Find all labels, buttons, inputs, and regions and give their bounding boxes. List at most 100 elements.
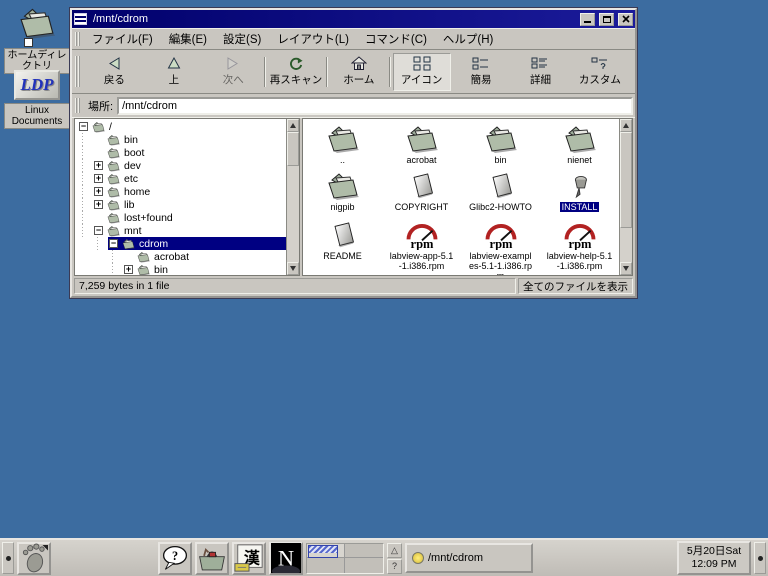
menubar: ファイル(F) 編集(E) 設定(S) レイアウト(L) コマンド(C) ヘルプ… bbox=[72, 28, 635, 50]
scroll-track[interactable] bbox=[620, 132, 632, 262]
scroll-down-button[interactable] bbox=[620, 262, 632, 275]
folder-icon bbox=[562, 124, 598, 154]
menubar-gripper[interactable] bbox=[75, 32, 80, 46]
tree-row-selected[interactable]: −cdrom bbox=[75, 237, 286, 250]
file-item[interactable]: rpmlabview-examples-5.1-1.i386.rpm bbox=[461, 215, 540, 275]
view-brief-button[interactable]: 簡易 bbox=[452, 53, 510, 91]
folder-icon bbox=[106, 173, 121, 185]
menu-help[interactable]: ヘルプ(H) bbox=[435, 29, 501, 49]
tree-row[interactable]: boot bbox=[75, 146, 286, 159]
window-menu-icon[interactable] bbox=[74, 13, 87, 25]
scroll-thumb[interactable] bbox=[287, 132, 299, 166]
filter-status: 全てのファイルを表示 bbox=[518, 278, 633, 294]
tree-row[interactable]: acrobat bbox=[75, 250, 286, 263]
menu-edit[interactable]: 編集(E) bbox=[161, 29, 215, 49]
view-custom-button[interactable]: カスタム bbox=[571, 53, 629, 91]
folder-icon bbox=[106, 212, 121, 224]
pager-desktop-1[interactable] bbox=[307, 544, 345, 559]
file-item[interactable]: bin bbox=[461, 119, 540, 166]
titlebar[interactable]: /mnt/cdrom bbox=[72, 10, 635, 28]
view-detailed-button[interactable]: 詳細 bbox=[511, 53, 569, 91]
pager-desktop-4[interactable] bbox=[345, 558, 383, 573]
view-icons-button[interactable]: アイコン bbox=[393, 53, 451, 91]
scroll-track[interactable] bbox=[287, 132, 299, 262]
close-icon bbox=[622, 15, 630, 23]
file-item-selected[interactable]: INSTALL bbox=[540, 166, 619, 215]
toolbar-separator bbox=[326, 57, 328, 87]
menu-settings[interactable]: 設定(S) bbox=[215, 29, 269, 49]
tree-row[interactable]: −/ bbox=[75, 120, 286, 133]
file-item[interactable]: Glibc2-HOWTO bbox=[461, 166, 540, 215]
file-item[interactable]: acrobat bbox=[382, 119, 461, 166]
location-label: 場所: bbox=[88, 98, 113, 114]
main-menu-button[interactable] bbox=[17, 542, 51, 575]
menu-layout[interactable]: レイアウト(L) bbox=[269, 29, 357, 49]
pager-desktop-2[interactable] bbox=[345, 544, 383, 559]
file-item[interactable]: rpmlabview-app-5.1-1.i386.rpm bbox=[382, 215, 461, 275]
folder-icon bbox=[106, 160, 121, 172]
rpm-icon: rpm bbox=[481, 223, 521, 250]
tree-scrollbar[interactable] bbox=[286, 119, 299, 275]
scroll-thumb[interactable] bbox=[620, 132, 632, 228]
scroll-up-button[interactable] bbox=[620, 119, 632, 132]
up-button[interactable]: 上 bbox=[145, 53, 203, 91]
tree-row[interactable]: +bin bbox=[75, 263, 286, 275]
netscape-icon: N bbox=[271, 543, 301, 573]
tree-row[interactable]: bin bbox=[75, 133, 286, 146]
tree-row[interactable]: lost+found bbox=[75, 211, 286, 224]
toolbar-separator bbox=[389, 57, 391, 87]
file-item[interactable]: rpmlabview-help-5.1-1.i386.rpm bbox=[540, 215, 619, 275]
forward-button[interactable]: 次へ bbox=[204, 53, 262, 91]
taskbar: ? 漢 N △ ? bbox=[0, 538, 768, 576]
icon-scrollbar[interactable] bbox=[619, 119, 632, 275]
toolbar-gripper[interactable] bbox=[75, 56, 80, 87]
tree-row[interactable]: +home bbox=[75, 185, 286, 198]
file-manager-window: /mnt/cdrom ファイル(F) 編集(E) 設定(S) レイアウト(L) … bbox=[70, 8, 637, 298]
file-item[interactable]: .. bbox=[303, 119, 382, 166]
locbar-gripper[interactable] bbox=[75, 98, 80, 113]
file-item[interactable]: README bbox=[303, 215, 382, 275]
pager-tasklist-button[interactable]: △ bbox=[387, 543, 402, 558]
kanji-input-launcher[interactable]: 漢 bbox=[232, 542, 266, 575]
scroll-up-button[interactable] bbox=[287, 119, 299, 132]
file-item[interactable]: nienet bbox=[540, 119, 619, 166]
menu-commands[interactable]: コマンド(C) bbox=[357, 29, 435, 49]
scroll-down-button[interactable] bbox=[287, 262, 299, 275]
brief-view-icon bbox=[472, 56, 490, 71]
menu-file[interactable]: ファイル(F) bbox=[84, 29, 161, 49]
desktop-icon-linux-documents[interactable]: LDP Linux Documents bbox=[4, 70, 70, 129]
pager-help-button[interactable]: ? bbox=[387, 559, 402, 574]
tree-row[interactable]: +etc bbox=[75, 172, 286, 185]
file-item[interactable]: nigpib bbox=[303, 166, 382, 215]
document-icon bbox=[328, 220, 358, 250]
home-icon bbox=[351, 56, 367, 71]
maximize-button[interactable] bbox=[599, 13, 614, 26]
back-button[interactable]: 戻る bbox=[85, 53, 143, 91]
folder-icon bbox=[106, 134, 121, 146]
rescan-button[interactable]: 再スキャン bbox=[267, 53, 325, 91]
panel-hide-button-left[interactable] bbox=[2, 542, 14, 574]
close-button[interactable] bbox=[618, 13, 633, 26]
panel-hide-button-right[interactable] bbox=[754, 542, 766, 574]
file-item[interactable]: COPYRIGHT bbox=[382, 166, 461, 215]
maximize-icon bbox=[603, 16, 611, 23]
tree-row[interactable]: −mnt bbox=[75, 224, 286, 237]
netscape-launcher[interactable]: N bbox=[269, 542, 303, 575]
desktop-icon-home-directory[interactable]: ホームディレクトリ bbox=[4, 6, 70, 74]
tree-row[interactable]: +dev bbox=[75, 159, 286, 172]
help-launcher[interactable]: ? bbox=[158, 542, 192, 575]
toolbar-separator bbox=[264, 57, 266, 87]
hide-arrow-icon bbox=[758, 556, 763, 561]
task-button-cdrom[interactable]: /mnt/cdrom bbox=[405, 543, 533, 573]
pager-desktop-3[interactable] bbox=[307, 558, 345, 573]
desktop-pager[interactable] bbox=[306, 543, 384, 574]
main-area: −/ bin boot +dev +etc +home +lib lost+fo… bbox=[72, 118, 635, 276]
control-center-launcher[interactable] bbox=[195, 542, 229, 575]
icon-pane: .. acrobat bin nienet nigpib COPYRIGHT G… bbox=[302, 118, 633, 276]
tree-row[interactable]: +lib bbox=[75, 198, 286, 211]
home-button[interactable]: ホーム bbox=[330, 53, 388, 91]
location-input[interactable] bbox=[117, 97, 633, 115]
folder-icon bbox=[325, 124, 361, 154]
pager-window-icon bbox=[308, 545, 338, 558]
minimize-button[interactable] bbox=[580, 13, 595, 26]
